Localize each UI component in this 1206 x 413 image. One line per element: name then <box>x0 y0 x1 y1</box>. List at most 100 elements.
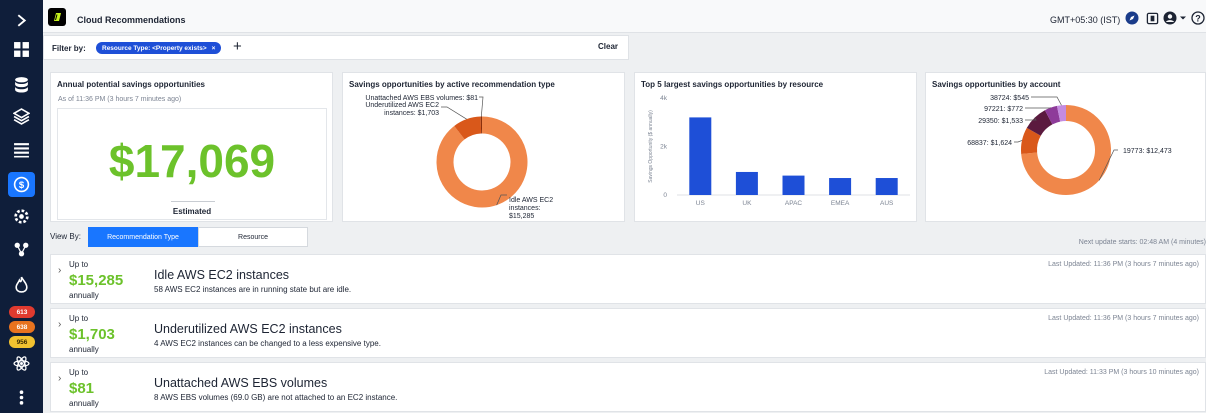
x-tick-label: AUS <box>880 200 894 207</box>
top-header: Cloud Recommendations GMT+05:30 (IST) ? <box>43 0 1206 33</box>
x-tick-label: US <box>696 200 706 207</box>
settings-gear-icon[interactable] <box>8 204 35 229</box>
slice-label: Idle AWS EC2 instances: $15,285 <box>509 197 553 220</box>
recommendation-title: Unattached AWS EBS volumes <box>154 376 328 390</box>
savings-total-box: $17,069 Estimated <box>57 108 327 220</box>
slice-label: Underutilized AWS EC2 instances: $1,703 <box>365 102 439 117</box>
x-tick-label: APAC <box>785 200 803 207</box>
left-nav-rail: $ 613 638 956 <box>0 0 43 413</box>
upto-label: Up to <box>69 260 89 269</box>
document-icon[interactable] <box>1145 11 1159 25</box>
view-by-resource-tab[interactable]: Resource <box>198 227 308 247</box>
critical-alerts-badge[interactable]: 613 <box>9 306 35 318</box>
donut-slice[interactable] <box>454 116 482 140</box>
expand-chevron-icon[interactable]: › <box>58 265 61 276</box>
error-alerts-badge[interactable]: 638 <box>9 321 35 333</box>
recommendation-title: Underutilized AWS EC2 instances <box>154 322 342 336</box>
savings-amount: $81 <box>69 380 95 397</box>
view-by-recommendation-type-tab[interactable]: Recommendation Type <box>88 227 198 247</box>
slice-label: 97221: $772 <box>984 106 1023 113</box>
resource-type-filter-chip[interactable]: Resource Type: <Property exists> × <box>96 42 222 54</box>
app-logo-icon <box>48 8 66 26</box>
period-label: annually <box>69 399 99 408</box>
dashboard-icon[interactable] <box>8 37 35 62</box>
bar[interactable] <box>689 117 712 195</box>
filter-bar: Filter by: Resource Type: <Property exis… <box>43 35 629 60</box>
period-label: annually <box>69 345 99 354</box>
y-tick-label: 2k <box>660 144 668 151</box>
recommendation-title: Idle AWS EC2 instances <box>154 268 290 282</box>
y-tick-label: 0 <box>663 192 667 199</box>
user-account-icon[interactable] <box>1163 11 1177 25</box>
warning-alerts-badge[interactable]: 956 <box>9 336 35 348</box>
database-icon[interactable] <box>8 72 35 97</box>
list-icon[interactable] <box>8 137 35 162</box>
last-updated-timestamp: Last Updated: 11:36 PM (3 hours 7 minute… <box>1048 261 1199 268</box>
recommendation-row[interactable]: › Up to $81 annually Unattached AWS EBS … <box>50 362 1206 412</box>
annual-savings-value: $17,069 <box>108 135 276 187</box>
close-icon[interactable]: × <box>212 45 216 52</box>
bar[interactable] <box>829 178 852 195</box>
svg-text:$: $ <box>19 180 25 191</box>
last-updated-timestamp: Last Updated: 11:36 PM (3 hours 7 minute… <box>1048 315 1199 322</box>
slice-label: 19773: $12,473 <box>1123 148 1172 155</box>
expand-chevron-icon[interactable]: › <box>58 319 61 330</box>
savings-amount: $1,703 <box>69 326 115 343</box>
slice-leader-line <box>441 106 467 120</box>
recommendation-description: 8 AWS EBS volumes (69.0 GB) are not atta… <box>154 393 398 402</box>
donut-slice[interactable] <box>436 116 528 208</box>
last-updated-timestamp: Last Updated: 11:33 PM (3 hours 10 minut… <box>1044 369 1199 376</box>
y-axis-label: Savings Opportunity ($ annually) <box>648 110 654 183</box>
more-vertical-icon[interactable] <box>8 385 35 410</box>
savings-icon[interactable]: $ <box>8 172 35 197</box>
slice-leader-line <box>479 96 484 117</box>
expand-icon[interactable] <box>8 8 35 33</box>
filter-chip-label: Resource Type: <Property exists> <box>102 44 207 52</box>
upto-label: Up to <box>69 368 89 377</box>
timezone-label[interactable]: GMT+05:30 (IST) <box>1050 15 1120 25</box>
savings-by-account-donut-chart: 19773: $12,473 68837: $1,624 29350: $1,533… <box>967 95 1172 195</box>
bar[interactable] <box>875 178 898 195</box>
filter-label: Filter by: <box>52 44 86 53</box>
savings-by-type-card: Savings opportunities by active recommen… <box>342 72 625 222</box>
top5-resources-card: Top 5 largest savings opportunities by r… <box>634 72 917 222</box>
estimated-caption: Estimated <box>172 207 212 216</box>
expand-chevron-icon[interactable]: › <box>58 373 61 384</box>
donut-slice[interactable] <box>1021 127 1041 154</box>
savings-amount: $15,285 <box>69 272 124 289</box>
atom-icon[interactable] <box>8 351 35 376</box>
page-title: Cloud Recommendations <box>77 15 186 25</box>
y-tick-label: 4k <box>660 95 668 102</box>
slice-label: Unattached AWS EBS volumes: $81 <box>365 95 478 102</box>
donut-slice[interactable] <box>1056 105 1067 122</box>
svg-text:?: ? <box>1195 14 1201 24</box>
divider <box>171 201 215 202</box>
annual-savings-card: Annual potential savings opportunities A… <box>50 72 333 222</box>
donut-slice[interactable] <box>1044 105 1061 125</box>
layers-icon[interactable] <box>8 104 35 129</box>
slice-leader-line <box>1014 140 1023 143</box>
upto-label: Up to <box>69 314 89 323</box>
help-icon[interactable]: ? <box>1191 11 1205 25</box>
add-filter-button[interactable]: + <box>233 39 242 54</box>
top5-resources-bar-chart: 0 2k 4k Savings Opportunity ($ annually) US U… <box>648 95 910 207</box>
savings-by-account-card: Savings opportunities by account 19773: … <box>925 72 1206 222</box>
slice-label: 68837: $1,624 <box>967 140 1012 147</box>
recommendation-row[interactable]: › Up to $15,285 annually Idle AWS EC2 in… <box>50 254 1206 304</box>
bar[interactable] <box>735 171 758 195</box>
card-title: Annual potential savings opportunities <box>57 80 206 89</box>
view-by-label: View By: <box>50 232 81 241</box>
slice-label: 29350: $1,533 <box>978 118 1023 125</box>
x-tick-label: EMEA <box>831 200 850 207</box>
slice-leader-line <box>1031 96 1062 106</box>
compass-icon[interactable] <box>1125 11 1139 25</box>
recommendation-row[interactable]: › Up to $1,703 annually Underutilized AW… <box>50 308 1206 358</box>
bar[interactable] <box>782 175 805 195</box>
fire-icon[interactable] <box>8 272 35 297</box>
recommendation-description: 4 AWS EC2 instances can be changed to a … <box>154 339 381 348</box>
as-of-timestamp: As of 11:36 PM (3 hours 7 minutes ago) <box>58 96 182 103</box>
clear-filters-button[interactable]: Clear <box>598 42 618 51</box>
period-label: annually <box>69 291 99 300</box>
chevron-down-icon[interactable] <box>1178 11 1188 25</box>
topology-icon[interactable] <box>8 237 35 262</box>
